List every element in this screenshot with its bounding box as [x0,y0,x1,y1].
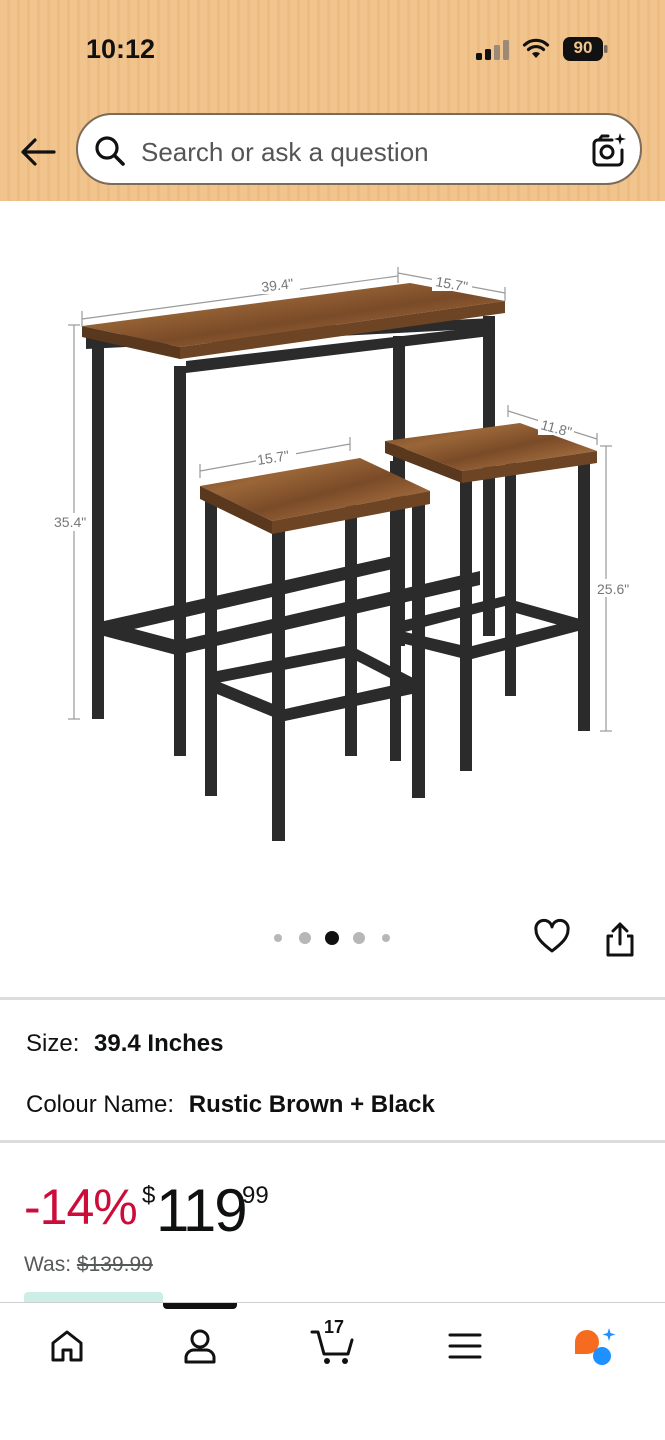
dim-table-height: 35.4" [54,514,86,530]
size-value: 39.4 Inches [94,1030,224,1057]
nav-home[interactable] [42,1321,92,1371]
back-button[interactable] [18,132,58,172]
camera-search-icon[interactable] [588,131,628,171]
was-label: Was: [24,1253,72,1276]
carousel-dot[interactable] [382,934,390,942]
dim-stool-height: 25.6" [597,581,629,597]
price-currency: $ [142,1182,156,1209]
deal-badge [24,1292,163,1302]
was-price: $139.99 [76,1253,153,1276]
nav-menu[interactable] [440,1321,490,1371]
share-icon[interactable] [603,920,637,958]
search-bar[interactable]: Search or ask a question [76,113,642,185]
price-fraction: 99 [242,1182,269,1209]
was-price-row: Was: $139.99 [24,1253,153,1277]
active-tab-indicator [163,1303,237,1309]
colour-label: Colour Name: [26,1091,175,1118]
carousel-dot[interactable] [274,934,282,942]
nav-account[interactable] [175,1321,225,1371]
colour-row[interactable]: Colour Name: Rustic Brown + Black [26,1091,435,1119]
size-label: Size: [26,1030,80,1057]
wifi-icon [522,38,550,58]
battery-indicator: 90 [563,37,609,61]
price-whole: 119 [156,1177,248,1244]
header: 10:12 90 Search or ask a question [0,0,665,201]
carousel-dot-active[interactable] [325,931,339,945]
search-icon [95,136,125,166]
carousel-dot[interactable] [299,932,311,944]
product-image[interactable]: 39.4" 15.7" 35.4" 15.7" 11.8" 25.6" [0,201,665,901]
menu-icon [448,1333,482,1359]
heart-icon[interactable] [533,918,571,956]
carousel-dot[interactable] [353,932,365,944]
arrow-left-icon [21,138,56,166]
status-time: 10:12 [86,34,156,64]
cellular-signal-icon [476,40,509,60]
search-placeholder: Search or ask a question [141,137,429,167]
battery-level: 90 [573,38,593,57]
size-row[interactable]: Size: 39.4 Inches [26,1030,223,1058]
nav-rufus-assistant[interactable] [570,1321,620,1371]
account-icon [184,1329,216,1364]
colour-value: Rustic Brown + Black [188,1091,435,1118]
rufus-assistant-icon [575,1328,616,1365]
divider [0,1140,665,1143]
divider [0,997,665,1000]
discount-percentage: -14% [24,1179,138,1235]
cart-count-badge: 17 [324,1317,345,1337]
home-icon [51,1330,83,1362]
